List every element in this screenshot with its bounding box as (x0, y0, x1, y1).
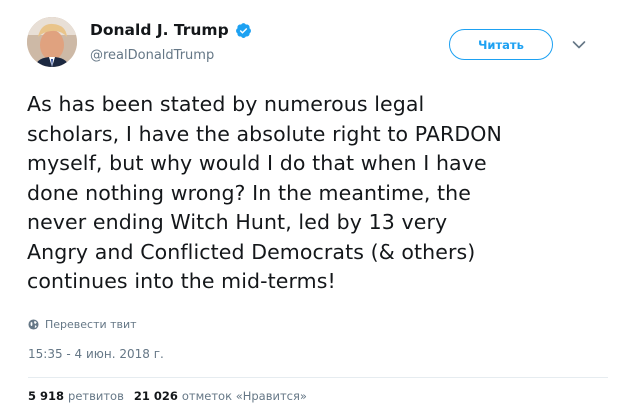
avatar-image (27, 17, 77, 67)
profile-handle[interactable]: @realDonaldTrump (90, 48, 214, 63)
divider (28, 377, 608, 378)
avatar[interactable] (27, 17, 77, 67)
tweet-timestamp[interactable]: 15:35 - 4 июн. 2018 г. (28, 347, 164, 361)
follow-button[interactable]: Читать (449, 29, 553, 60)
tweet-text-line: Angry and Conflicted Democrats (& others… (27, 239, 476, 264)
retweets-label: ретвитов (68, 389, 124, 403)
translate-tweet-link[interactable]: Перевести твит (28, 318, 137, 331)
tweet-text: As has been stated by numerous legal sch… (27, 90, 607, 297)
retweets-count: 5 918 (28, 389, 65, 403)
likes-count: 21 026 (133, 389, 178, 403)
tweet-text-line: continues into the mid-terms! (27, 269, 336, 293)
tweet-card: Donald J. Trump @realDonaldTrump Читать … (0, 0, 619, 414)
profile-name[interactable]: Donald J. Trump (90, 21, 252, 39)
likes-label: отметок «Нравится» (181, 389, 307, 403)
tweet-text-line: As has been stated by numerous legal (27, 92, 425, 116)
retweets-stat[interactable]: 5 918 ретвитов (28, 389, 124, 403)
globe-icon (28, 319, 39, 330)
chevron-down-icon[interactable] (572, 40, 586, 50)
follow-button-label: Читать (478, 37, 524, 52)
profile-name-text[interactable]: Donald J. Trump (90, 21, 229, 39)
verified-badge-icon (235, 22, 251, 38)
likes-stat[interactable]: 21 026 отметок «Нравится» (134, 389, 307, 403)
tweet-text-line: done nothing wrong? In the meantime, the (27, 180, 471, 205)
tweet-text-line: never ending Witch Hunt, led by 13 very (27, 210, 448, 234)
tweet-text-line: scholars, I have the absolute right to P… (27, 121, 502, 146)
tweet-stats: 5 918 ретвитов 21 026 отметок «Нравится» (28, 389, 307, 403)
tweet-text-line: myself, but why would I do that when I h… (27, 151, 487, 175)
translate-label: Перевести твит (45, 318, 137, 331)
